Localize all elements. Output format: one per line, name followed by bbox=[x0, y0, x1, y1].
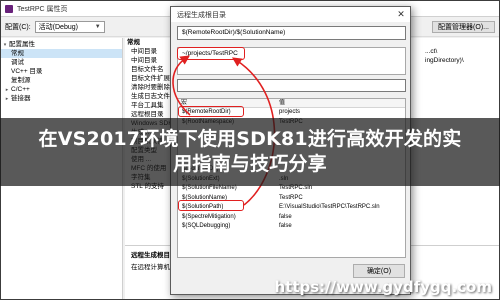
macro-value: E:\VisualStudio\TestRPC\TestRPC.sln bbox=[279, 204, 380, 210]
visual-studio-icon bbox=[5, 4, 13, 13]
tree-item-debugging[interactable]: 调试 bbox=[1, 58, 122, 67]
property-value bbox=[425, 65, 500, 74]
banner-title-line-1: 在VS2017环境下使用SDK81进行高效开发的实 bbox=[38, 128, 462, 150]
property-value bbox=[425, 83, 500, 92]
chevron-right-icon[interactable]: ▸ bbox=[3, 95, 11, 104]
column-header-value[interactable]: 值 bbox=[276, 99, 285, 107]
tree-item-config-properties[interactable]: ▾ 配置属性 bbox=[1, 40, 122, 49]
property-value bbox=[425, 74, 500, 83]
macro-expression-input[interactable]: $(RemoteRootDir)/$(SolutionName) bbox=[177, 26, 406, 40]
highlight-preview bbox=[177, 47, 245, 60]
site-watermark: https://www.gydfygq.com bbox=[274, 278, 492, 296]
macro-filter-input[interactable] bbox=[177, 79, 406, 92]
close-icon[interactable]: ✕ bbox=[392, 7, 410, 22]
property-value: ...ct\ bbox=[425, 48, 438, 55]
macro-value: TestRPC bbox=[279, 194, 303, 201]
tree-item-copy-sources[interactable]: 复制源 bbox=[1, 76, 122, 85]
banner-title-line-2: 用指南与技巧分享 bbox=[173, 153, 327, 175]
property-pages-title: TestRPC 属性页 bbox=[17, 5, 68, 13]
tree-item-cpp[interactable]: ▸ C/C++ bbox=[1, 85, 122, 94]
property-value bbox=[425, 101, 500, 110]
dialog-titlebar: 远程生成根目录 ✕ bbox=[171, 7, 410, 22]
macro-name bbox=[178, 232, 276, 242]
chevron-down-icon[interactable]: ▾ bbox=[1, 41, 9, 50]
macro-value: projects bbox=[279, 109, 301, 115]
macro-name: $(SpectreMitigation) bbox=[182, 213, 236, 220]
config-manager-button[interactable]: 配置管理器(O)... bbox=[432, 20, 495, 33]
macro-row[interactable] bbox=[178, 241, 405, 251]
tree-item-linker[interactable]: ▸ 链接器 bbox=[1, 94, 122, 103]
title-banner: 在VS2017环境下使用SDK81进行高效开发的实 用指南与技巧分享 bbox=[0, 118, 500, 186]
property-value bbox=[425, 92, 500, 101]
macro-row[interactable]: $(SpectreMitigation) false bbox=[178, 213, 405, 223]
chevron-down-icon: ▼ bbox=[94, 23, 101, 30]
dialog-title: 远程生成根目录 bbox=[177, 11, 226, 19]
highlight-solution-name-macro bbox=[178, 200, 244, 211]
macro-value bbox=[276, 232, 405, 242]
config-label: 配置(C): bbox=[5, 23, 31, 31]
macro-value: false bbox=[279, 223, 292, 229]
config-select-value: 活动(Debug) bbox=[38, 23, 78, 31]
macro-name bbox=[178, 241, 276, 251]
macro-value bbox=[276, 241, 405, 251]
macro-row[interactable]: $(SQLDebugging) false bbox=[178, 222, 405, 232]
macro-name: $(SQLDebugging) bbox=[182, 223, 231, 229]
highlight-remote-root-macro bbox=[178, 106, 244, 117]
macro-value: false bbox=[279, 213, 292, 220]
config-select[interactable]: 活动(Debug) ▼ bbox=[34, 20, 105, 33]
tree-item-general[interactable]: 常规 bbox=[1, 49, 122, 58]
macro-row[interactable] bbox=[178, 232, 405, 242]
property-value: ingDirectory)\ bbox=[425, 57, 464, 64]
tree-item-vc-directories[interactable]: VC++ 目录 bbox=[1, 67, 122, 76]
ok-button[interactable]: 确定(O) bbox=[353, 264, 405, 278]
